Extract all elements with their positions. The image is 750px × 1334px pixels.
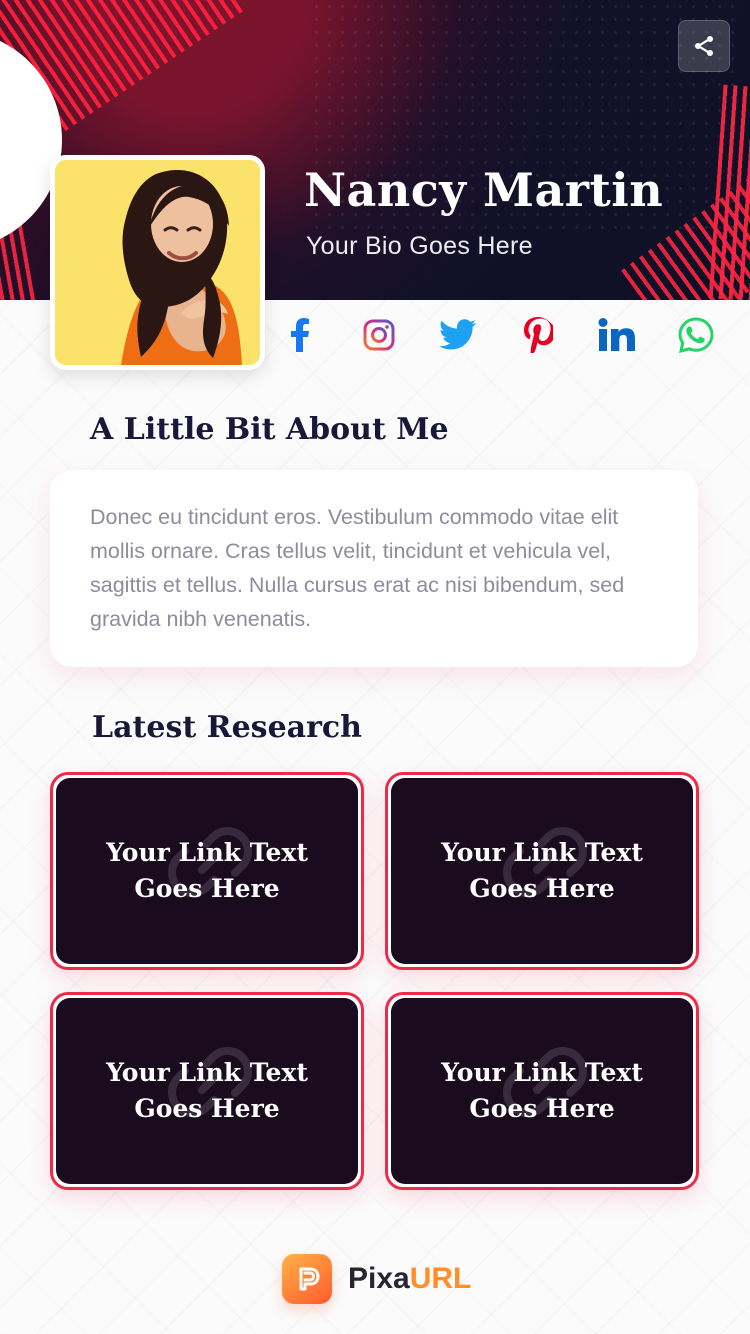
about-text: Donec eu tincidunt eros. Vestibulum comm… bbox=[90, 505, 625, 631]
social-link-twitter[interactable] bbox=[436, 313, 480, 357]
share-icon bbox=[692, 34, 716, 58]
about-title: A Little Bit About Me bbox=[90, 412, 449, 447]
share-button[interactable] bbox=[678, 20, 730, 72]
social-link-instagram[interactable] bbox=[357, 313, 401, 357]
whatsapp-icon bbox=[678, 317, 714, 353]
twitter-icon bbox=[439, 319, 477, 351]
profile-name: Nancy Martin bbox=[304, 163, 664, 217]
research-link-card-background: Your Link Text Goes Here bbox=[56, 998, 358, 1184]
pixaurl-logo-icon bbox=[282, 1254, 332, 1304]
social-link-linkedin[interactable] bbox=[595, 313, 639, 357]
linkedin-icon bbox=[598, 318, 636, 352]
profile-page: Nancy Martin Your Bio Goes Here A Little… bbox=[0, 0, 750, 1334]
research-link-label: Your Link Text Goes Here bbox=[106, 838, 308, 903]
research-link-label: Your Link Text Goes Here bbox=[106, 1058, 308, 1123]
facebook-icon bbox=[289, 318, 311, 352]
pinterest-icon bbox=[523, 317, 553, 353]
research-link-card-background: Your Link Text Goes Here bbox=[391, 998, 693, 1184]
profile-avatar bbox=[50, 155, 265, 370]
research-link-card-background: Your Link Text Goes Here bbox=[56, 778, 358, 964]
pixaurl-brand-name: PixaURL bbox=[348, 1264, 471, 1294]
research-link-card-4[interactable]: Your Link Text Goes Here bbox=[385, 992, 699, 1190]
social-link-pinterest[interactable] bbox=[516, 313, 560, 357]
social-link-whatsapp[interactable] bbox=[674, 313, 718, 357]
research-link-label: Your Link Text Goes Here bbox=[441, 838, 643, 903]
instagram-icon bbox=[362, 318, 396, 352]
research-title: Latest Research bbox=[92, 710, 362, 745]
social-links bbox=[278, 310, 718, 360]
profile-bio: Your Bio Goes Here bbox=[306, 232, 533, 260]
research-link-card-3[interactable]: Your Link Text Goes Here bbox=[50, 992, 364, 1190]
avatar-image bbox=[55, 160, 260, 365]
research-link-card-2[interactable]: Your Link Text Goes Here bbox=[385, 772, 699, 970]
research-link-card-background: Your Link Text Goes Here bbox=[391, 778, 693, 964]
about-card: Donec eu tincidunt eros. Vestibulum comm… bbox=[50, 470, 698, 667]
research-link-label: Your Link Text Goes Here bbox=[441, 1058, 643, 1123]
social-link-facebook[interactable] bbox=[278, 313, 322, 357]
brand-name-part-1: Pixa bbox=[348, 1262, 410, 1295]
research-link-card-1[interactable]: Your Link Text Goes Here bbox=[50, 772, 364, 970]
brand-name-part-2: URL bbox=[409, 1262, 472, 1295]
pixaurl-brand-link[interactable]: PixaURL bbox=[282, 1254, 471, 1304]
